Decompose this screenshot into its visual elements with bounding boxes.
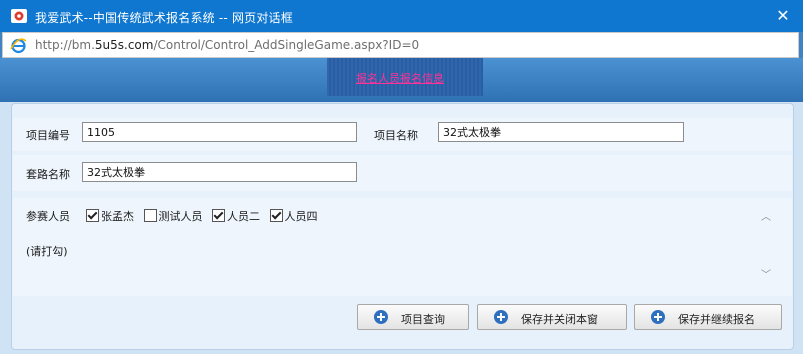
close-icon[interactable]: ✕ (771, 4, 795, 28)
address-bar: http://bm.5u5s.com/Control/Control_AddSi… (2, 32, 799, 58)
participant-name: 张孟杰 (101, 210, 134, 223)
checkbox[interactable] (86, 209, 99, 222)
participant-name: 人员四 (284, 210, 318, 223)
save-close-label: 保存并关闭本窗 (521, 313, 598, 326)
checkbox[interactable] (212, 209, 225, 222)
scroll-down-icon[interactable]: ﹀ (758, 268, 774, 284)
form-row-project: 项目编号 项目名称 (13, 118, 792, 151)
save-continue-button[interactable]: 保存并继续报名 (634, 304, 782, 330)
routine-name-label: 套路名称 (26, 168, 70, 181)
participant-option[interactable]: 张孟杰 (86, 208, 134, 224)
form-row-routine: 套路名称 (13, 155, 792, 191)
plus-icon (374, 310, 388, 324)
checkbox[interactable] (143, 209, 157, 222)
project-name-input[interactable] (438, 122, 684, 142)
plus-icon (494, 310, 508, 324)
project-name-label: 项目名称 (374, 129, 418, 142)
project-query-button[interactable]: 项目查询 (357, 304, 469, 330)
participant-name: 人员二 (227, 210, 260, 223)
participant-name: 测试人员 (158, 210, 203, 223)
scroll-up-icon[interactable]: ︿ (758, 210, 774, 226)
app-icon (11, 9, 27, 23)
project-query-label: 项目查询 (401, 313, 445, 326)
participants-scrollbar[interactable]: ︿ ﹀ (758, 198, 774, 296)
url-text: http://bm.5u5s.com/Control/Control_AddSi… (35, 38, 420, 52)
save-close-button[interactable]: 保存并关闭本窗 (477, 304, 627, 330)
dialog-title: 我爱武术--中国传统武术报名系统 -- 网页对话框 (35, 11, 293, 25)
registration-info-link[interactable]: 报名人员报名信息 (356, 70, 444, 86)
header-banner: 报名人员报名信息 (0, 58, 803, 102)
ie-browser-icon (10, 38, 27, 54)
participant-option[interactable]: 测试人员 (143, 208, 203, 224)
routine-name-input[interactable] (82, 162, 357, 182)
project-code-input[interactable] (82, 122, 357, 142)
dialog-titlebar: 我爱武术--中国传统武术报名系统 -- 网页对话框 ✕ (0, 0, 803, 32)
form-row-participants: 参赛人员 张孟杰 测试人员 人员二 人员四 (请打勾) ︿ ﹀ (13, 198, 792, 296)
checkbox[interactable] (269, 209, 283, 222)
participants-label: 参赛人员 (26, 210, 70, 223)
participant-option[interactable]: 人员四 (269, 208, 318, 224)
plus-icon (651, 310, 665, 324)
form-panel: 项目编号 项目名称 套路名称 参赛人员 张孟杰 测试人员 人员二 人员四 (请打… (11, 103, 794, 350)
button-bar: 项目查询 保存并关闭本窗 保存并继续报名 (13, 302, 792, 342)
participant-option[interactable]: 人员二 (212, 208, 260, 224)
hint-text: (请打勾) (26, 245, 68, 258)
participant-list: 张孟杰 测试人员 人员二 人员四 (86, 208, 324, 224)
save-continue-label: 保存并继续报名 (678, 313, 755, 326)
project-code-label: 项目编号 (26, 129, 70, 142)
